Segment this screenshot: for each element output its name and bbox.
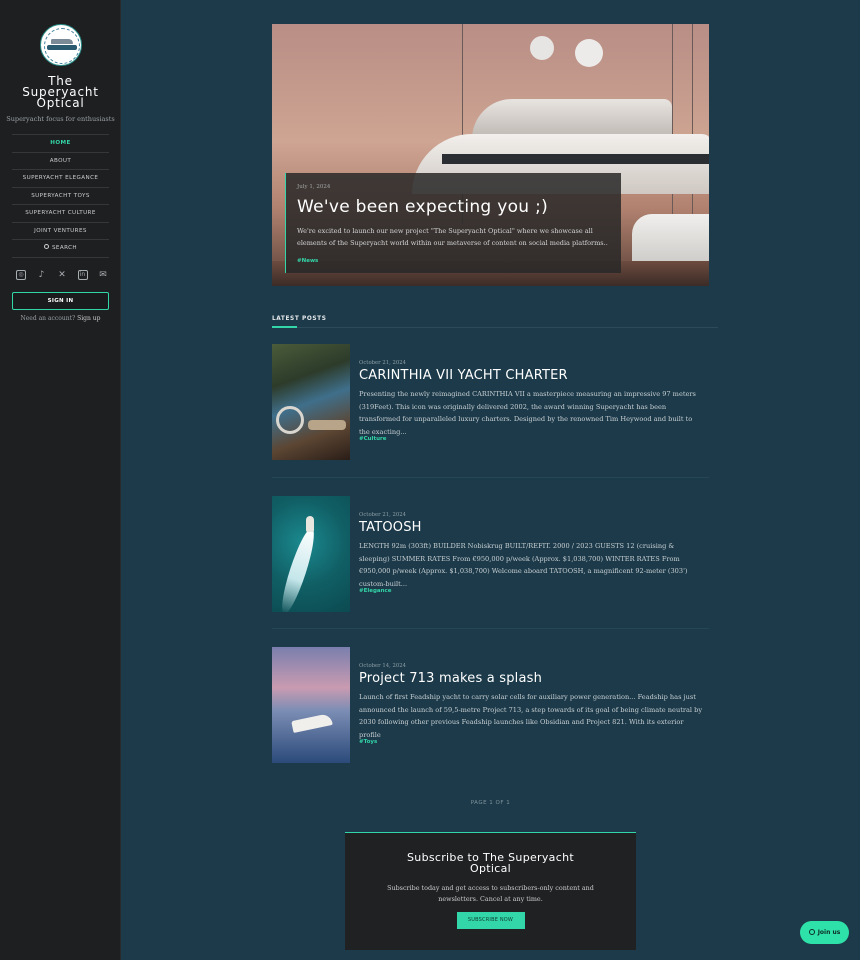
post-divider: [272, 477, 709, 478]
post-tag[interactable]: #Toys: [359, 739, 377, 745]
hero-excerpt: We're excited to launch our new project …: [297, 227, 608, 247]
post-divider: [272, 628, 709, 629]
dashboard-gauges: [308, 420, 346, 430]
post-card[interactable]: October 14, 2024 Project 713 makes a spl…: [272, 647, 709, 763]
linkedin-icon[interactable]: in: [77, 270, 88, 280]
steering-wheel: [276, 406, 304, 434]
section-accent: [272, 326, 297, 328]
post-excerpt: LENGTH 92m (303ft) BUILDER Nobiskrug BUI…: [359, 542, 688, 588]
nav-item-joint-ventures[interactable]: JOINT VENTURES: [12, 223, 109, 240]
post-date: October 21, 2024: [359, 360, 406, 366]
boat-wake: [276, 525, 320, 612]
post-title[interactable]: TATOOSH: [359, 520, 422, 535]
post-card[interactable]: October 21, 2024 CARINTHIA VII YACHT CHA…: [272, 344, 709, 460]
sign-in-button[interactable]: SIGN IN: [12, 292, 109, 310]
post-tag[interactable]: #Elegance: [359, 588, 392, 594]
pagination: PAGE 1 OF 1: [470, 800, 511, 806]
radar-dome: [575, 39, 603, 67]
yacht-deck: [442, 154, 709, 164]
latest-posts-heading: LATEST POSTS: [272, 316, 327, 322]
yacht-icon: [51, 39, 73, 44]
section-divider: [272, 327, 718, 328]
post-card[interactable]: October 21, 2024 TATOOSH LENGTH 92m (303…: [272, 496, 709, 612]
user-icon: [808, 928, 815, 935]
subscribe-text: Subscribe today and get access to subscr…: [387, 884, 594, 903]
subscribe-title: Subscribe to The Superyacht Optical: [345, 852, 636, 874]
nav-item-search[interactable]: SEARCH: [12, 240, 109, 258]
yacht-at-sea: [291, 712, 333, 734]
post-thumbnail[interactable]: [272, 647, 350, 763]
hero-card[interactable]: July 1, 2024 We've been expecting you ;)…: [285, 173, 621, 273]
tiktok-icon[interactable]: ♪: [37, 270, 47, 280]
join-us-button[interactable]: Join us: [800, 921, 849, 944]
account-prompt: Need an account? Sign up: [0, 315, 121, 322]
main-nav: HOME ABOUT SUPERYACHT ELEGANCE SUPERYACH…: [12, 134, 109, 258]
radar-dome: [530, 36, 554, 60]
subscribe-title-line2: Optical: [470, 862, 511, 875]
site-logo[interactable]: [40, 24, 82, 66]
post-thumbnail[interactable]: [272, 496, 350, 612]
account-prompt-text: Need an account?: [20, 315, 76, 322]
join-us-label: Join us: [817, 929, 841, 936]
hero-tag[interactable]: #News: [297, 258, 610, 264]
instagram-icon[interactable]: ◎: [16, 270, 26, 280]
post-excerpt: Launch of first Feadship yacht to carry …: [359, 693, 703, 739]
nav-item-about[interactable]: ABOUT: [12, 153, 109, 170]
nav-item-superyacht-culture[interactable]: SUPERYACHT CULTURE: [12, 205, 109, 223]
site-title-line3: Optical: [36, 96, 85, 110]
x-icon[interactable]: ✕: [57, 270, 67, 280]
sign-up-link[interactable]: Sign up: [77, 315, 100, 322]
post-thumbnail[interactable]: [272, 344, 350, 460]
site-title[interactable]: The Superyacht Optical: [0, 75, 121, 110]
nav-item-superyacht-elegance[interactable]: SUPERYACHT ELEGANCE: [12, 170, 109, 188]
post-tag[interactable]: #Culture: [359, 436, 386, 442]
sidebar: The Superyacht Optical Superyacht focus …: [0, 0, 121, 960]
nav-item-search-label: SEARCH: [51, 245, 78, 251]
subscribe-button[interactable]: SUBSCRIBE NOW: [456, 912, 525, 929]
post-title[interactable]: Project 713 makes a splash: [359, 671, 542, 686]
hero-date: July 1, 2024: [297, 184, 331, 190]
mast-line: [672, 24, 673, 234]
site-tagline: Superyacht focus for enthusiasts: [6, 115, 115, 123]
mail-icon[interactable]: ✉: [98, 270, 108, 280]
nav-item-home[interactable]: HOME: [12, 135, 109, 153]
speedboat: [306, 516, 314, 532]
wave-icon: [47, 45, 77, 50]
post-date: October 21, 2024: [359, 512, 406, 518]
hero-title[interactable]: We've been expecting you ;): [297, 197, 610, 217]
post-title[interactable]: CARINTHIA VII YACHT CHARTER: [359, 368, 568, 383]
nav-item-superyacht-toys[interactable]: SUPERYACHT TOYS: [12, 188, 109, 205]
subscribe-box: Subscribe to The Superyacht Optical Subs…: [345, 832, 636, 950]
post-date: October 14, 2024: [359, 663, 406, 669]
social-links: ◎ ♪ ✕ in ✉: [16, 270, 108, 280]
post-excerpt: Presenting the newly reimagined CARINTHI…: [359, 390, 696, 436]
search-icon: [43, 244, 49, 249]
